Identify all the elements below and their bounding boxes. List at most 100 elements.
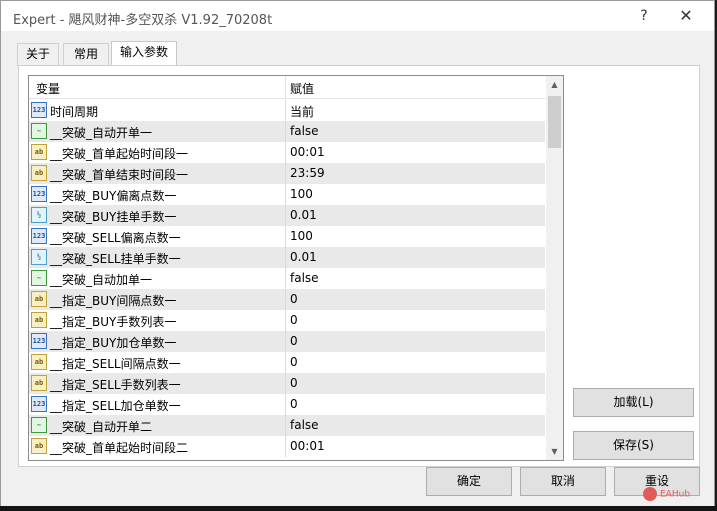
parameter-name: 时间周期 <box>50 105 99 119</box>
load-button[interactable]: 加载(L) <box>573 388 694 417</box>
vertical-scrollbar[interactable]: ▲ ▼ <box>546 76 563 460</box>
parameter-value[interactable]: 23:59 <box>290 166 325 180</box>
string-type-icon: ab <box>31 312 47 328</box>
scroll-down-arrow-icon[interactable]: ▼ <box>546 443 563 460</box>
parameter-value[interactable]: 0 <box>290 376 298 390</box>
close-button[interactable]: ✕ <box>675 5 697 27</box>
cell-divider <box>285 373 286 394</box>
cell-divider <box>285 163 286 184</box>
parameter-name: __突破_首单起始时间段二 <box>50 441 189 455</box>
table-row[interactable]: ab __突破_首单结束时间段一 23:59 <box>29 163 545 184</box>
cell-divider <box>285 415 286 436</box>
tab-common[interactable]: 常用 <box>63 43 109 66</box>
parameter-value[interactable]: 00:01 <box>290 145 325 159</box>
watermark-text: EAHub <box>660 489 691 500</box>
int-type-icon: 123 <box>31 333 47 349</box>
table-row[interactable]: ab __指定_BUY手数列表一 0 <box>29 310 545 331</box>
parameter-value[interactable]: 00:01 <box>290 439 325 453</box>
int-type-icon: 123 <box>31 228 47 244</box>
help-button[interactable]: ? <box>633 5 655 27</box>
int-type-icon: 123 <box>31 102 47 118</box>
table-row[interactable]: 123 __指定_SELL加仓单数一 0 <box>29 394 545 415</box>
save-button[interactable]: 保存(S) <box>573 431 694 460</box>
parameter-name: __指定_BUY间隔点数一 <box>50 294 177 308</box>
parameter-value[interactable]: 0.01 <box>290 250 317 264</box>
parameters-table: 变量 赋值 123 时间周期 当前 ~ __突破_自动开单一 false ab __突破_首单… <box>28 75 564 461</box>
scroll-up-arrow-icon[interactable]: ▲ <box>546 76 563 93</box>
string-type-icon: ab <box>31 354 47 370</box>
parameter-value[interactable]: 0 <box>290 313 298 327</box>
parameter-value[interactable]: false <box>290 271 319 285</box>
parameter-name: __突破_自动加单一 <box>50 273 153 287</box>
table-row[interactable]: ~ __突破_自动开单一 false <box>29 121 545 142</box>
parameter-name: __突破_自动开单一 <box>50 126 153 140</box>
string-type-icon: ab <box>31 291 47 307</box>
table-row[interactable]: 123 时间周期 当前 <box>29 100 545 121</box>
cell-divider <box>285 268 286 289</box>
parameter-name: __突破_自动开单二 <box>50 420 153 434</box>
ok-button[interactable]: 确定 <box>426 467 512 496</box>
table-row[interactable]: 123 __突破_BUY偏离点数一 100 <box>29 184 545 205</box>
parameter-name: __指定_BUY手数列表一 <box>50 315 177 329</box>
table-row[interactable]: 123 __指定_BUY加仓单数一 0 <box>29 331 545 352</box>
table-row[interactable]: ab __突破_首单起始时间段一 00:01 <box>29 142 545 163</box>
scroll-thumb[interactable] <box>548 96 561 148</box>
parameter-value[interactable]: 0 <box>290 355 298 369</box>
table-row[interactable]: ½ __突破_SELL挂单手数一 0.01 <box>29 247 545 268</box>
tab-about[interactable]: 关于 <box>17 43 59 66</box>
parameter-value[interactable]: 0.01 <box>290 208 317 222</box>
column-header-value[interactable]: 赋值 <box>290 80 314 97</box>
string-type-icon: ab <box>31 438 47 454</box>
column-divider[interactable] <box>285 76 286 98</box>
title-bar: Expert - 飓风财神-多空双杀 V1.92_70208t ? ✕ <box>1 1 714 31</box>
parameter-value[interactable]: 0 <box>290 397 298 411</box>
cancel-button[interactable]: 取消 <box>520 467 606 496</box>
parameter-value[interactable]: false <box>290 418 319 432</box>
tab-inputs[interactable]: 输入参数 <box>111 41 177 67</box>
bool-type-icon: ~ <box>31 123 47 139</box>
cell-divider <box>285 226 286 247</box>
cell-divider <box>285 394 286 415</box>
parameter-value[interactable]: 0 <box>290 334 298 348</box>
parameter-name: __指定_SELL间隔点数一 <box>50 357 181 371</box>
table-row[interactable]: ab __突破_首单起始时间段二 00:01 <box>29 436 545 457</box>
parameter-name: __突破_BUY偏离点数一 <box>50 189 177 203</box>
parameter-name: __突破_BUY挂单手数一 <box>50 210 177 224</box>
table-row[interactable]: ab __指定_SELL间隔点数一 0 <box>29 352 545 373</box>
string-type-icon: ab <box>31 375 47 391</box>
cell-divider <box>285 142 286 163</box>
cell-divider <box>285 184 286 205</box>
parameter-value[interactable]: false <box>290 124 319 138</box>
parameter-value[interactable]: 0 <box>290 292 298 306</box>
table-body: 123 时间周期 当前 ~ __突破_自动开单一 false ab __突破_首单起始时间段一… <box>29 100 545 457</box>
table-row[interactable]: ab __指定_BUY间隔点数一 0 <box>29 289 545 310</box>
cell-divider <box>285 205 286 226</box>
parameter-value[interactable]: 当前 <box>290 103 314 120</box>
eahub-logo-icon <box>643 487 657 501</box>
table-row[interactable]: ab __指定_SELL手数列表一 0 <box>29 373 545 394</box>
expert-dialog: Expert - 飓风财神-多空双杀 V1.92_70208t ? ✕ 关于 常… <box>0 0 715 507</box>
int-type-icon: 123 <box>31 396 47 412</box>
table-row[interactable]: ½ __突破_BUY挂单手数一 0.01 <box>29 205 545 226</box>
parameter-name: __突破_首单起始时间段一 <box>50 147 189 161</box>
table-row[interactable]: ~ __突破_自动加单一 false <box>29 268 545 289</box>
cell-divider <box>285 331 286 352</box>
string-type-icon: ab <box>31 144 47 160</box>
cell-divider <box>285 121 286 142</box>
parameter-name: __指定_SELL手数列表一 <box>50 378 181 392</box>
parameter-value[interactable]: 100 <box>290 229 313 243</box>
double-type-icon: ½ <box>31 249 47 265</box>
cell-divider <box>285 310 286 331</box>
parameter-name: __突破_SELL偏离点数一 <box>50 231 181 245</box>
cell-divider <box>285 247 286 268</box>
cell-divider <box>285 352 286 373</box>
table-row[interactable]: ~ __突破_自动开单二 false <box>29 415 545 436</box>
cell-divider <box>285 436 286 457</box>
parameter-value[interactable]: 100 <box>290 187 313 201</box>
table-row[interactable]: 123 __突破_SELL偏离点数一 100 <box>29 226 545 247</box>
table-header: 变量 赋值 <box>29 76 545 99</box>
cell-divider <box>285 100 286 121</box>
bool-type-icon: ~ <box>31 270 47 286</box>
double-type-icon: ½ <box>31 207 47 223</box>
column-header-variable[interactable]: 变量 <box>36 80 60 97</box>
